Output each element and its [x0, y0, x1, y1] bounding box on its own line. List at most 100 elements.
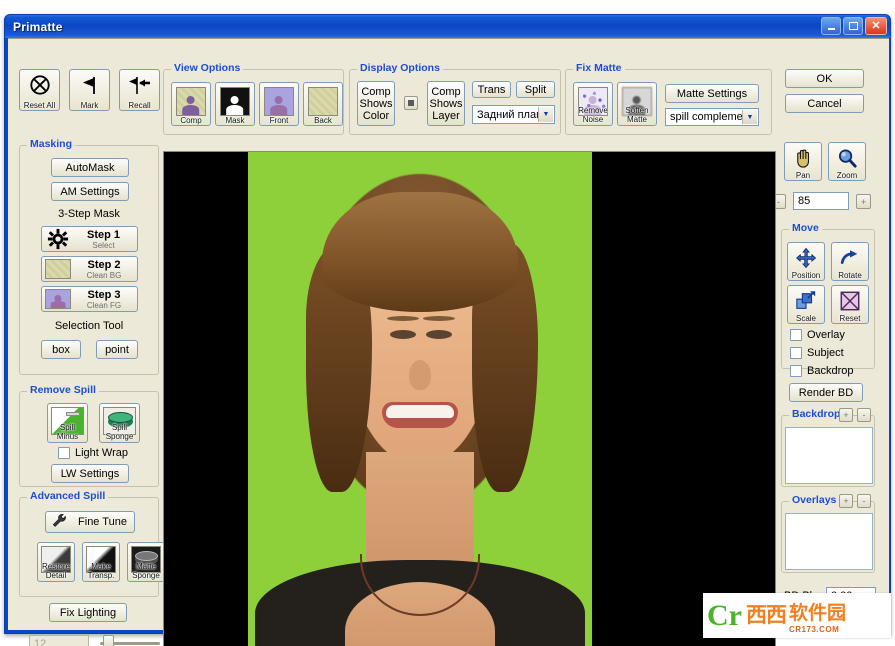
split-button[interactable]: Split — [516, 81, 555, 98]
selection-tool-label: Selection Tool — [54, 320, 124, 332]
minimize-button[interactable] — [821, 17, 841, 35]
fine-tune-label: Fine Tune — [78, 516, 127, 528]
window-client-area: Reset All Mark Recall Masking AutoMask A… — [8, 38, 889, 646]
box-tool-button[interactable]: box — [41, 340, 81, 359]
layer-select-value: Задний план — [477, 108, 543, 121]
rotate-button[interactable]: Rotate — [831, 242, 869, 281]
subject-label: Subject — [807, 347, 844, 359]
scale-button[interactable]: Scale — [787, 285, 825, 324]
spill-minus-button[interactable]: Spill Minus — [47, 403, 88, 443]
fix-matte-group: Fix Matte Remove Noise Soften Matte Matt… — [565, 62, 772, 135]
fix-lighting-slider-track[interactable] — [100, 635, 160, 646]
restore-detail-label-2: Detail — [45, 570, 67, 580]
remove-noise-button[interactable]: Remove Noise — [573, 82, 613, 126]
front-thumb-icon — [264, 87, 294, 116]
view-back-button[interactable]: Back — [303, 82, 343, 126]
subject-checkbox-row[interactable]: Subject — [790, 347, 844, 359]
overlay-checkbox[interactable] — [790, 329, 802, 341]
subject-brow-left — [387, 316, 419, 321]
matte-settings-button[interactable]: Matte Settings — [665, 84, 759, 103]
light-wrap-checkbox[interactable] — [58, 447, 70, 459]
step-3-button[interactable]: Step 3 Clean FG — [41, 286, 138, 312]
restore-detail-button[interactable]: Restore Detail — [37, 542, 75, 582]
spill-minus-label-2: Minus — [56, 431, 79, 441]
scale-label: Scale — [795, 313, 816, 323]
reset-all-button[interactable]: Reset All — [19, 69, 60, 111]
subject-eye-right — [426, 330, 452, 339]
subject-nose — [409, 360, 431, 390]
spill-sponge-button[interactable]: Spill Sponge — [99, 403, 140, 443]
step-1-button[interactable]: Step 1 Select — [41, 226, 138, 252]
position-button[interactable]: Position — [787, 242, 825, 281]
wrench-icon — [52, 514, 66, 527]
lw-settings-button[interactable]: LW Settings — [51, 464, 129, 483]
backdrops-list[interactable] — [785, 427, 873, 484]
view-front-button[interactable]: Front — [259, 82, 299, 126]
backdrop-checkbox[interactable] — [790, 365, 802, 377]
matte-mode-combo[interactable]: spill complement ▼ — [665, 108, 759, 126]
matte-sponge-button[interactable]: Matte Sponge — [127, 542, 165, 582]
subject-brow-right — [423, 316, 455, 321]
fix-lighting-value-input[interactable]: 12 — [29, 635, 89, 646]
automask-button[interactable]: AutoMask — [51, 158, 129, 177]
light-wrap-label: Light Wrap — [75, 447, 128, 459]
step-1-title: Step 1 — [86, 228, 120, 241]
display-options-group: Display Options Comp Shows Color Comp Sh… — [349, 62, 561, 135]
fix-lighting-button[interactable]: Fix Lighting — [49, 603, 127, 622]
overlays-legend: Overlays — [789, 494, 840, 506]
ok-button[interactable]: OK — [785, 69, 864, 88]
subject-checkbox[interactable] — [790, 347, 802, 359]
make-transp-label-1: Make — [91, 561, 111, 571]
zoom-button[interactable]: Zoom — [828, 142, 866, 181]
primatte-window: Primatte ✕ Reset All Mark Recall Masking… — [4, 14, 891, 646]
remove-spill-group: Remove Spill Spill Minus Spill Sponge Li… — [19, 384, 159, 487]
watermark-url: CR173.COM — [788, 624, 840, 634]
backdrops-add-button[interactable]: + — [839, 408, 853, 422]
zoom-increase-button[interactable]: + — [856, 194, 871, 209]
backdrop-checkbox-row[interactable]: Backdrop — [790, 365, 853, 377]
view-comp-button[interactable]: Comp — [171, 82, 211, 126]
rotate-label: Rotate — [838, 270, 862, 280]
link-toggle-icon[interactable] — [404, 96, 418, 110]
close-button[interactable]: ✕ — [865, 17, 887, 35]
soften-matte-button[interactable]: Soften Matte — [617, 82, 657, 126]
spill-minus-label-1: Spill — [59, 422, 76, 432]
comp-shows-color-button[interactable]: Comp Shows Color — [357, 81, 395, 126]
mark-button[interactable]: Mark — [69, 69, 110, 111]
zoom-value-input[interactable]: 85 — [793, 192, 849, 210]
overlays-remove-button[interactable]: - — [857, 494, 871, 508]
watermark-logo-cn1: 西西 — [745, 603, 787, 627]
trans-button[interactable]: Trans — [472, 81, 511, 98]
overlay-checkbox-row[interactable]: Overlay — [790, 329, 845, 341]
pan-button[interactable]: Pan — [784, 142, 822, 181]
fix-lighting-slider-thumb[interactable] — [103, 635, 114, 646]
backdrops-remove-button[interactable]: - — [857, 408, 871, 422]
chevron-down-icon[interactable]: ▼ — [538, 107, 553, 122]
layer-select-combo[interactable]: Задний план ▼ — [472, 105, 555, 124]
make-transp-button[interactable]: Make Transp. — [82, 542, 120, 582]
step-3-title: Step 3 — [87, 288, 121, 301]
overlays-group: Overlays + - — [781, 494, 875, 573]
light-wrap-checkbox-row[interactable]: Light Wrap — [58, 447, 128, 459]
remove-spill-legend: Remove Spill — [27, 384, 99, 396]
image-preview-canvas[interactable] — [163, 151, 776, 646]
make-transp-label-2: Transp. — [87, 570, 115, 580]
step-2-button[interactable]: Step 2 Clean BG — [41, 256, 138, 282]
recall-button[interactable]: Recall — [119, 69, 160, 111]
chevron-down-icon-matte[interactable]: ▼ — [742, 110, 757, 124]
view-mask-button[interactable]: Mask — [215, 82, 255, 126]
maximize-button[interactable] — [843, 17, 863, 35]
mask-thumb-icon — [220, 87, 250, 116]
watermark-logo-cn2: 软件园 — [788, 601, 846, 624]
am-settings-button[interactable]: AM Settings — [51, 182, 129, 201]
gear-icon — [47, 228, 69, 250]
reset-move-button[interactable]: Reset — [831, 285, 869, 324]
render-bd-button[interactable]: Render BD — [789, 383, 863, 402]
overlays-add-button[interactable]: + — [839, 494, 853, 508]
overlays-list[interactable] — [785, 513, 873, 570]
comp-shows-color-line1: Comp — [361, 85, 391, 98]
point-tool-button[interactable]: point — [96, 340, 138, 359]
fine-tune-button[interactable]: Fine Tune — [45, 511, 135, 533]
cancel-button[interactable]: Cancel — [785, 94, 864, 113]
comp-shows-layer-button[interactable]: Comp Shows Layer — [427, 81, 465, 126]
